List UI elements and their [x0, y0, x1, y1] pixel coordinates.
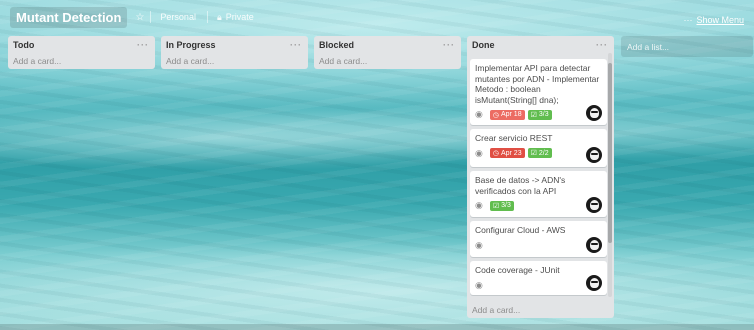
due-date-label: Apr 18 — [500, 111, 522, 118]
avatar[interactable] — [586, 275, 602, 291]
eye-icon: ◉ — [475, 279, 483, 290]
private-button[interactable]: 🔒︎ Private — [212, 9, 259, 26]
due-date-label: Apr 23 — [500, 149, 522, 157]
list-header[interactable]: Done ··· — [467, 36, 614, 53]
card-badges: ◉ ◷ Apr 23 ☑ 2/2 — [475, 148, 602, 159]
list-title[interactable]: In Progress — [166, 40, 216, 50]
card[interactable]: Code coverage - JUnit ◉ — [470, 261, 607, 295]
board-header: Mutant Detection ☆ Personal 🔒︎ Private — [0, 0, 754, 34]
star-icon[interactable]: ☆ — [135, 12, 144, 23]
card[interactable]: Base de datos -> ADN's verificados con l… — [470, 171, 607, 217]
card-badges: ◉ ◷ Apr 18 ☑ 3/3 — [475, 109, 602, 120]
checklist-badge: ☑ 2/2 — [527, 148, 552, 158]
card[interactable]: Crear servicio REST ◉ ◷ Apr 23 ☑ 2/2 — [470, 129, 607, 167]
eye-icon: ◉ — [475, 147, 483, 158]
eye-icon: ◉ — [475, 239, 483, 250]
clock-icon: ◷ — [492, 111, 499, 119]
add-card-button[interactable]: Add a card... — [8, 53, 155, 69]
card-title: Code coverage - JUnit — [475, 265, 560, 275]
eye-icon: ◉ — [475, 200, 483, 210]
list-blocked: Blocked ··· Add a card... — [314, 36, 461, 69]
checklist-label: 3/3 — [538, 111, 549, 118]
due-date-badge: ◷ Apr 18 — [489, 109, 525, 120]
checklist-icon: ☑ — [492, 202, 500, 210]
list-in-progress: In Progress ··· Add a card... — [161, 36, 308, 69]
clock-icon: ◷ — [492, 150, 499, 157]
checklist-icon: ☑ — [530, 150, 537, 157]
checklist-label: 3/3 — [501, 202, 511, 209]
personal-button[interactable]: Personal — [155, 9, 201, 25]
board-title[interactable]: Mutant Detection — [10, 6, 128, 28]
lock-icon: 🔒︎ — [216, 11, 222, 22]
eye-icon: ◉ — [475, 109, 483, 119]
card-badges: ◉ — [475, 280, 602, 291]
list-menu-icon[interactable]: ··· — [596, 40, 608, 50]
add-card-button[interactable]: Add a card... — [467, 302, 525, 318]
card-badges: ◉ ☑ 3/3 — [475, 200, 602, 211]
list-menu-icon[interactable]: ··· — [137, 40, 149, 50]
list-title[interactable]: Blocked — [319, 40, 354, 50]
show-menu-link[interactable]: ··· Show Menu — [683, 15, 744, 25]
list-title[interactable]: Todo — [13, 40, 34, 50]
show-menu-label: Show Menu — [696, 15, 744, 25]
header-divider — [206, 11, 208, 23]
checklist-badge: ☑ 3/3 — [527, 109, 552, 120]
card-title: Configurar Cloud - AWS — [475, 225, 566, 235]
avatar[interactable] — [586, 105, 602, 121]
list-done: Done ··· Implementar API para detectar m… — [467, 36, 614, 318]
list-menu-icon[interactable]: ··· — [290, 40, 302, 50]
menu-dots-icon: ··· — [683, 15, 693, 25]
avatar[interactable] — [586, 237, 602, 253]
list-header[interactable]: In Progress ··· — [161, 36, 308, 53]
card-title: Base de datos -> ADN's verificados con l… — [475, 175, 566, 196]
list-header[interactable]: Blocked ··· — [314, 36, 461, 53]
checklist-icon: ☑ — [530, 111, 537, 119]
card-list: Implementar API para detectar mutantes p… — [470, 53, 607, 297]
avatar[interactable] — [586, 197, 602, 213]
card-title: Implementar API para detectar mutantes p… — [475, 63, 600, 105]
card-badges: ◉ — [475, 240, 602, 251]
horizontal-scrollbar[interactable] — [0, 324, 754, 330]
list-title[interactable]: Done — [472, 40, 495, 50]
personal-label: Personal — [160, 12, 196, 22]
scrollbar-thumb[interactable] — [608, 63, 612, 243]
header-divider — [150, 11, 152, 23]
avatar[interactable] — [586, 147, 602, 163]
list-todo: Todo ··· Add a card... — [8, 36, 155, 69]
list-scrollbar[interactable] — [608, 53, 612, 297]
add-card-button[interactable]: Add a card... — [161, 53, 308, 69]
card[interactable]: Configurar Cloud - AWS ◉ — [470, 221, 607, 257]
due-date-badge: ◷ Apr 23 — [489, 148, 525, 158]
list-menu-icon[interactable]: ··· — [443, 40, 455, 50]
list-header[interactable]: Todo ··· — [8, 36, 155, 53]
checklist-label: 2/2 — [538, 149, 549, 157]
add-list-button[interactable]: Add a list... — [621, 36, 753, 57]
add-card-button[interactable]: Add a card... — [314, 53, 461, 69]
checklist-badge: ☑ 3/3 — [489, 200, 514, 211]
card-title: Crear servicio REST — [475, 133, 553, 143]
private-label: Private — [225, 12, 254, 22]
card[interactable]: Implementar API para detectar mutantes p… — [470, 59, 607, 125]
